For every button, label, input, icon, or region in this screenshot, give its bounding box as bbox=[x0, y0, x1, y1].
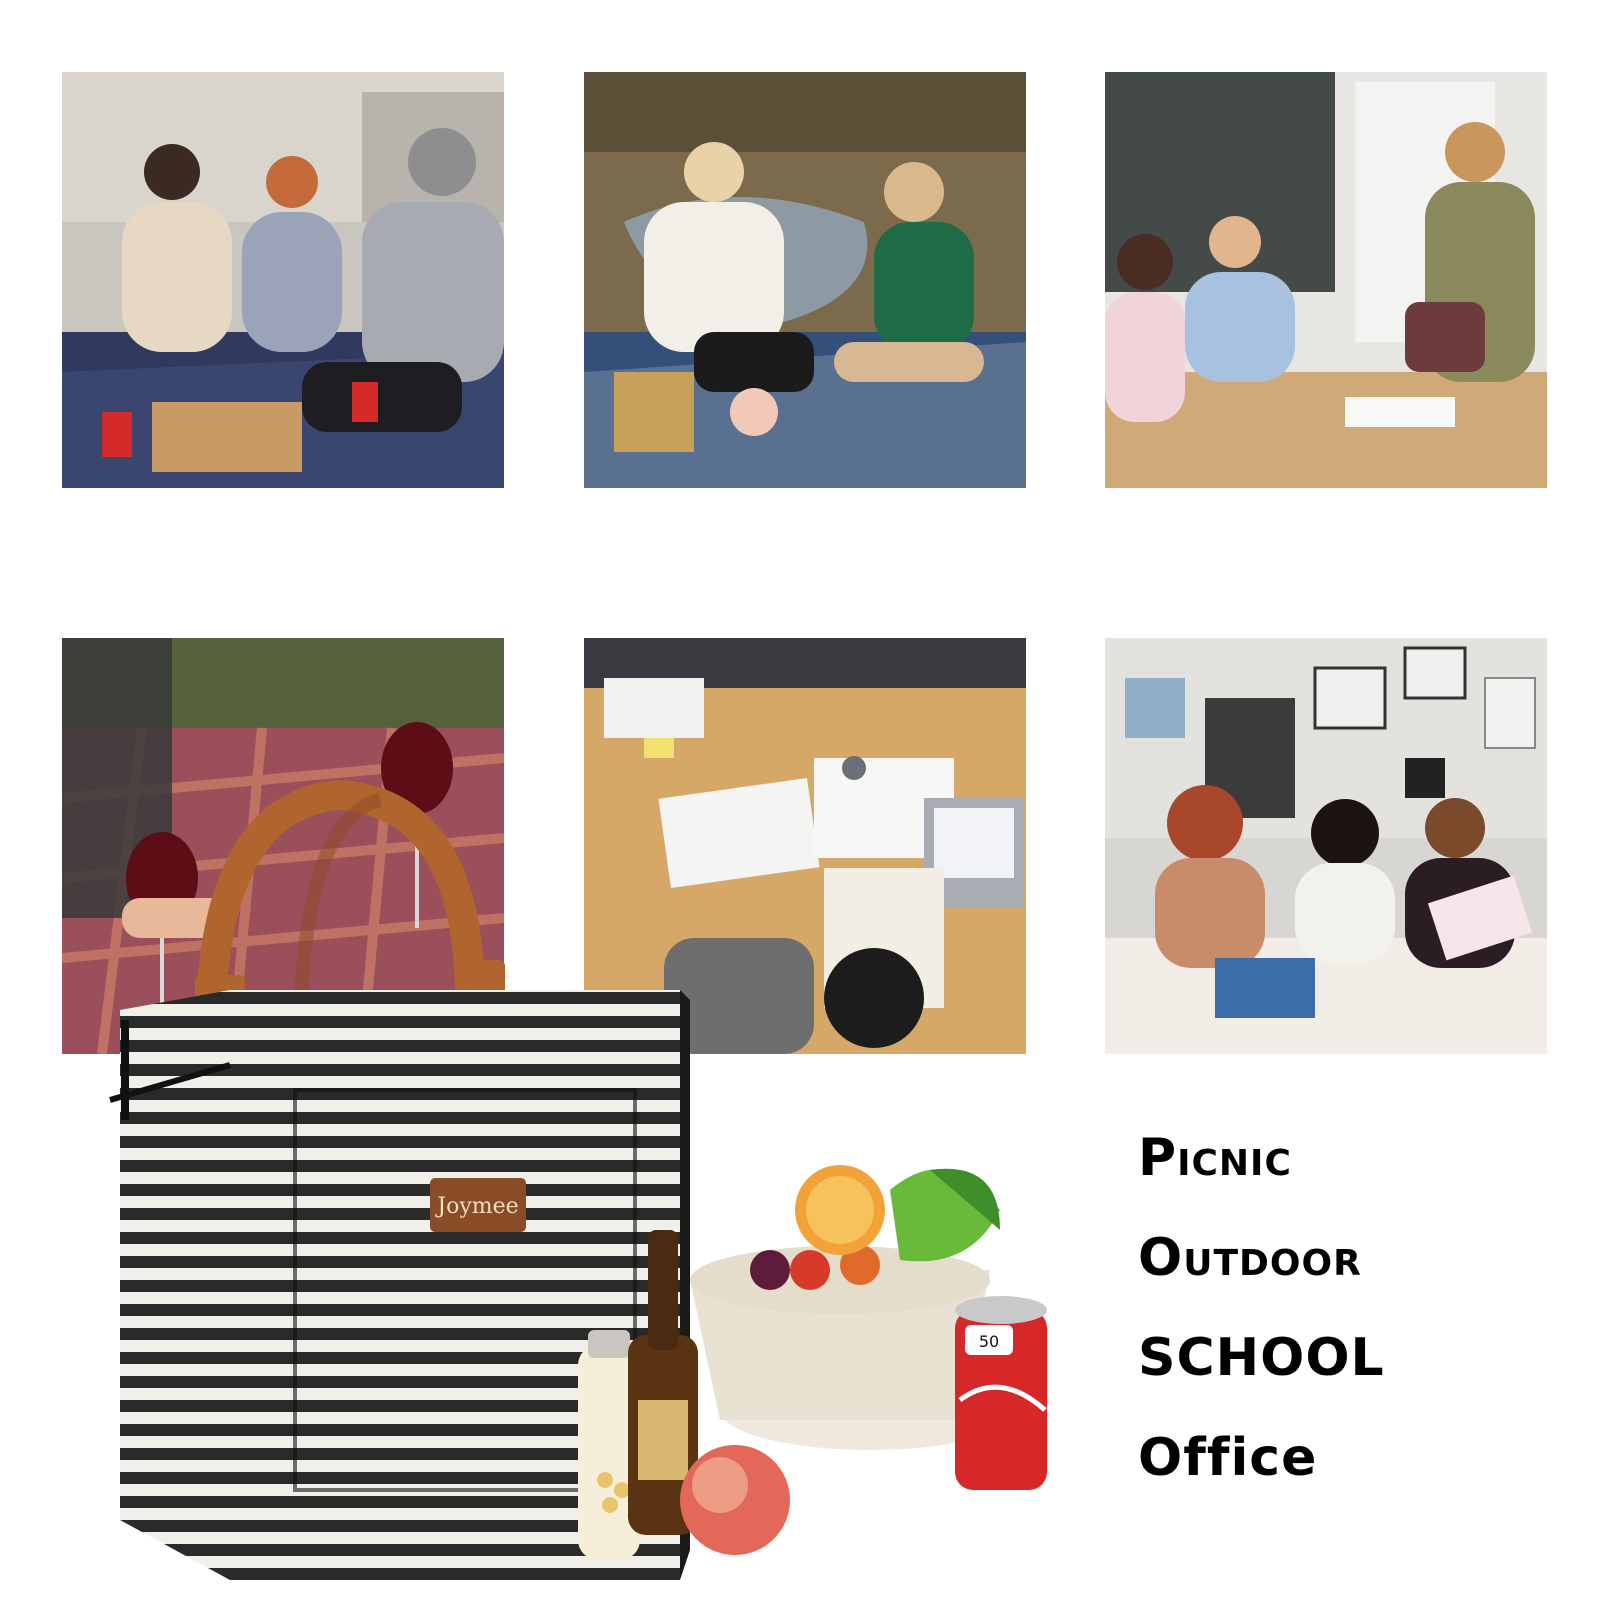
brand-label: Joymee bbox=[435, 1194, 518, 1219]
product-lunch-bag-illustration: Joymee 50 bbox=[100, 779, 1100, 1590]
photo-rooftop-pizza-picnic bbox=[62, 72, 504, 488]
usage-list: Picnic Outdoor SCHOOL Office bbox=[1138, 1108, 1578, 1508]
apple bbox=[680, 1445, 790, 1555]
can-label: 50 bbox=[979, 1332, 999, 1351]
soda-can: 50 bbox=[955, 1296, 1047, 1490]
photo-lakeside-picnic-drinks bbox=[584, 72, 1026, 488]
use-outdoor: Outdoor bbox=[1138, 1228, 1362, 1288]
use-school: SCHOOL bbox=[1138, 1328, 1385, 1388]
use-picnic: Picnic bbox=[1138, 1128, 1292, 1188]
photo-classroom-students bbox=[1105, 72, 1547, 488]
photo-art-studio-class bbox=[1105, 638, 1547, 1054]
brand-patch: Joymee bbox=[430, 1178, 526, 1232]
use-office: Office bbox=[1138, 1428, 1318, 1488]
